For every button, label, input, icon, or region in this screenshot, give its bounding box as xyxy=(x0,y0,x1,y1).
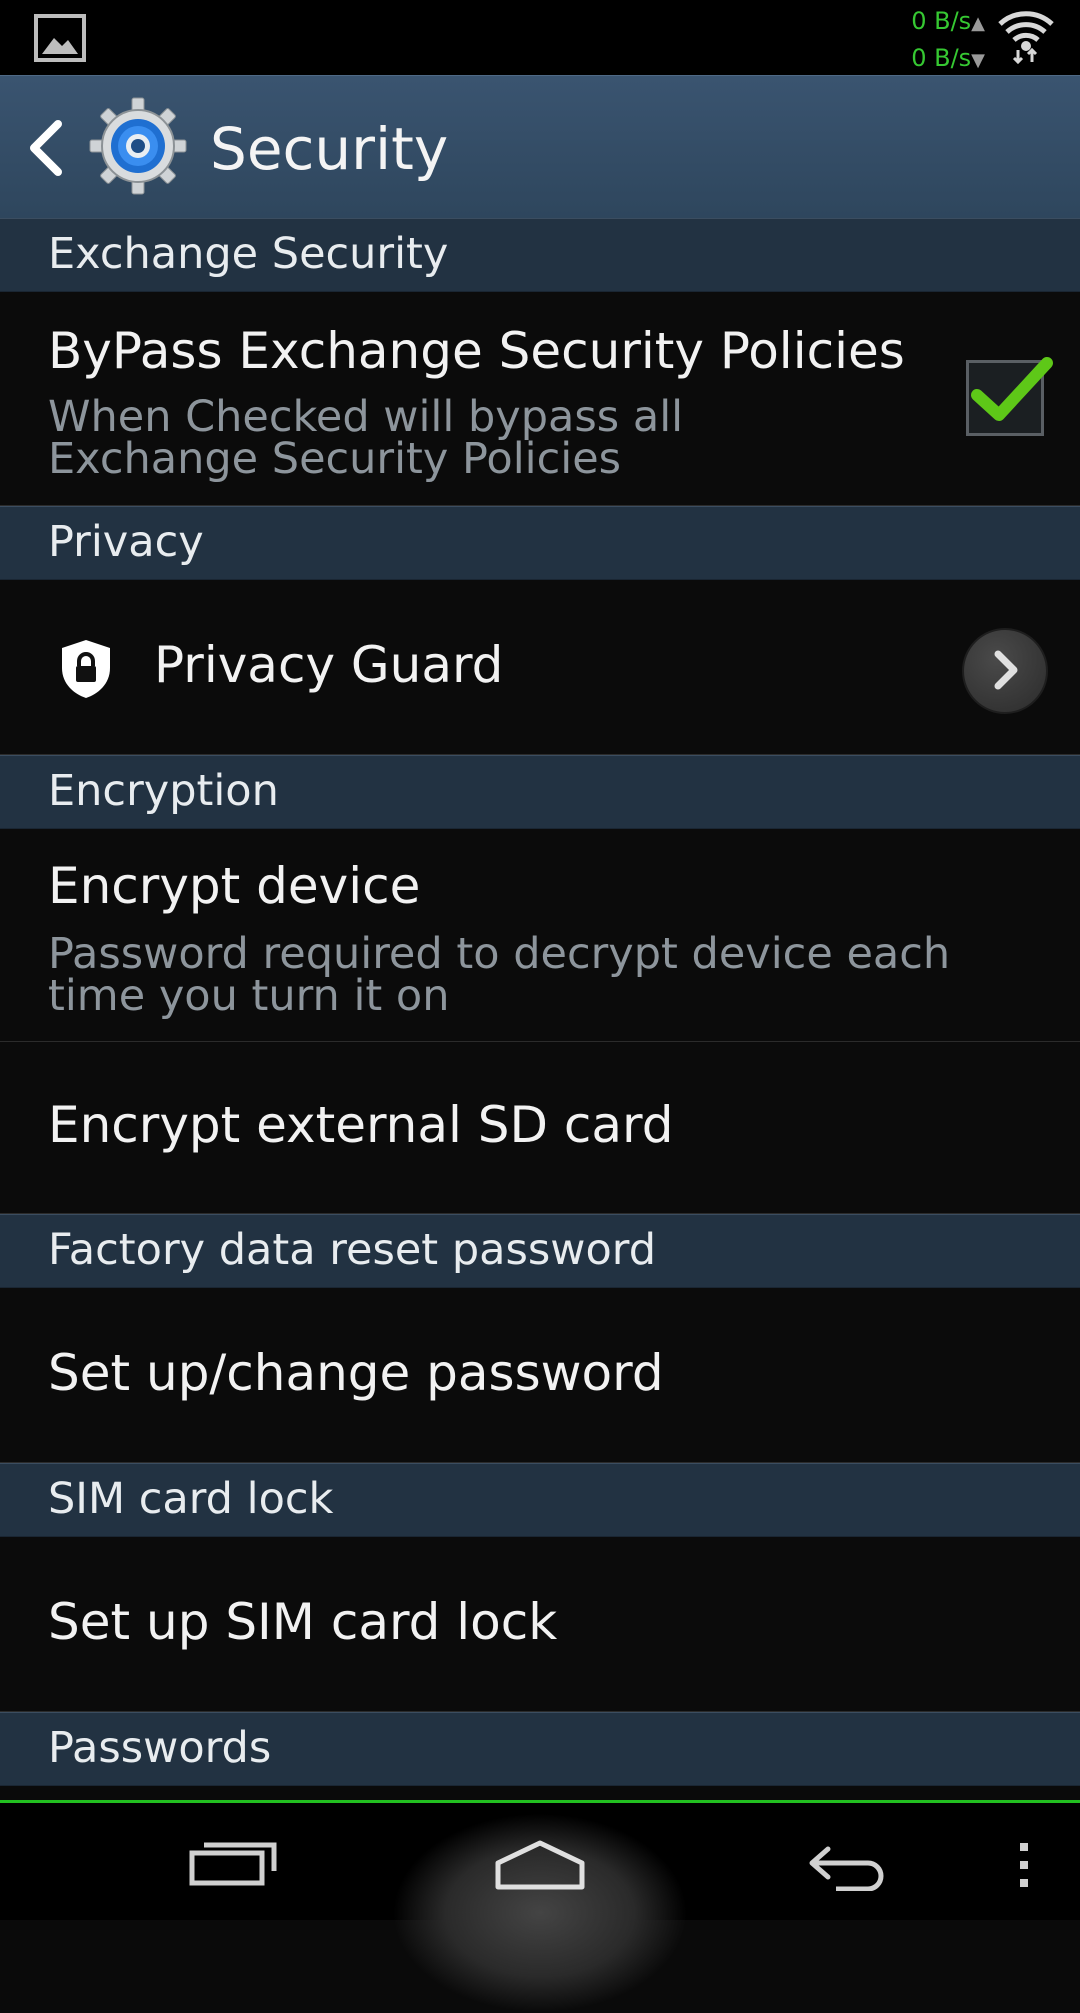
privacy-guard-title: Privacy Guard xyxy=(154,636,504,694)
wifi-icon xyxy=(998,11,1054,64)
shield-icon xyxy=(62,640,110,698)
status-bar: 0 B/s▲ 0 B/s▼ xyxy=(0,0,1080,75)
back-icon[interactable] xyxy=(806,1843,892,1891)
gallery-icon xyxy=(34,14,86,62)
back-icon[interactable] xyxy=(28,120,64,176)
bypass-exchange-row[interactable]: ByPass Exchange Security Policies When C… xyxy=(0,292,1080,506)
settings-gear-icon[interactable] xyxy=(88,96,188,196)
section-header-encryption: Encryption xyxy=(0,755,1080,829)
navigation-bar xyxy=(0,1800,1080,2013)
upload-arrow-icon: ▲ xyxy=(971,13,985,34)
download-arrow-icon: ▼ xyxy=(971,50,985,71)
section-header-sim: SIM card lock xyxy=(0,1463,1080,1537)
encrypt-sd-title: Encrypt external SD card xyxy=(48,1096,674,1154)
bypass-exchange-checkbox[interactable] xyxy=(966,357,1053,436)
home-icon[interactable] xyxy=(492,1839,588,1891)
bypass-exchange-title: ByPass Exchange Security Policies xyxy=(48,322,905,380)
setup-sim-row[interactable]: Set up SIM card lock xyxy=(0,1537,1080,1712)
encrypt-device-summary: Password required to decrypt device each… xyxy=(48,929,951,1021)
chevron-right-icon xyxy=(994,650,1018,690)
setup-password-title: Set up/change password xyxy=(48,1344,664,1402)
section-header-factory-reset: Factory data reset password xyxy=(0,1214,1080,1288)
encrypt-sd-row[interactable]: Encrypt external SD card xyxy=(0,1042,1080,1214)
menu-icon[interactable] xyxy=(1016,1841,1032,1891)
network-speed: 0 B/s▲ 0 B/s▼ xyxy=(875,4,985,78)
settings-list: Exchange Security ByPass Exchange Securi… xyxy=(0,218,1080,1786)
setup-sim-title: Set up SIM card lock xyxy=(48,1593,558,1651)
bypass-exchange-summary: When Checked will bypass all Exchange Se… xyxy=(48,392,684,484)
upload-speed: 0 B/s xyxy=(911,7,972,35)
action-bar: Security xyxy=(0,75,1080,219)
encrypt-device-title: Encrypt device xyxy=(48,857,421,915)
recent-apps-icon[interactable] xyxy=(188,1841,278,1887)
privacy-guard-row[interactable]: Privacy Guard xyxy=(0,580,1080,755)
setup-password-row[interactable]: Set up/change password xyxy=(0,1288,1080,1463)
section-header-exchange: Exchange Security xyxy=(0,218,1080,292)
download-speed: 0 B/s xyxy=(911,44,972,72)
page-title: Security xyxy=(210,115,449,183)
checkmark-icon xyxy=(971,357,1053,421)
section-header-passwords: Passwords xyxy=(0,1712,1080,1786)
privacy-guard-chevron-button[interactable] xyxy=(962,628,1048,714)
section-header-privacy: Privacy xyxy=(0,506,1080,580)
encrypt-device-row[interactable]: Encrypt device Password required to decr… xyxy=(0,829,1080,1042)
